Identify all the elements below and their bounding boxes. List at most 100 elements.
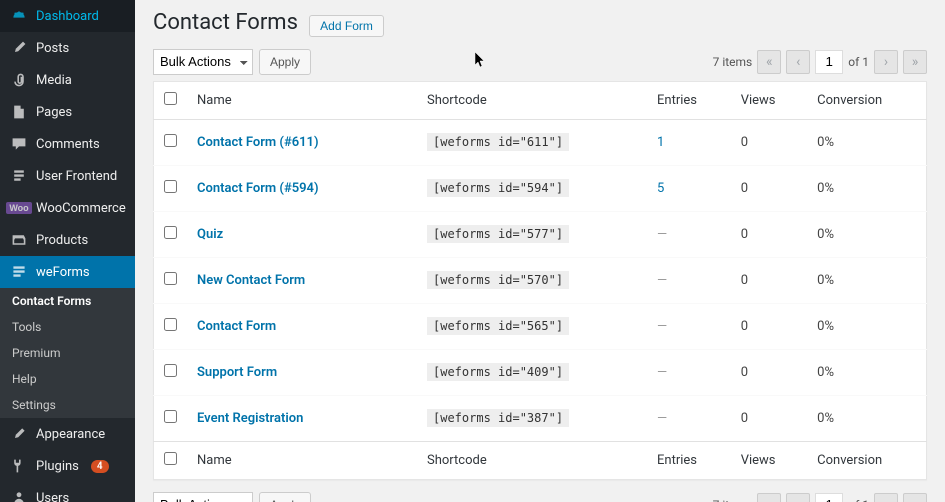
shortcode[interactable]: [weforms id="570"] bbox=[427, 271, 569, 289]
next-page-button[interactable]: › bbox=[874, 50, 898, 74]
prev-page-button[interactable]: ‹ bbox=[786, 50, 810, 74]
sidebar-item-users[interactable]: Users bbox=[0, 482, 135, 502]
apply-button-bottom[interactable]: Apply bbox=[259, 492, 311, 502]
table-row: Support Form[weforms id="409"]—00% bbox=[154, 349, 927, 395]
row-checkbox[interactable] bbox=[164, 226, 177, 239]
form-name-link[interactable]: Contact Form (#594) bbox=[197, 181, 319, 196]
shortcode[interactable]: [weforms id="577"] bbox=[427, 225, 569, 243]
col-name[interactable]: Name bbox=[187, 81, 417, 119]
pages-icon bbox=[10, 103, 28, 121]
entries-value: — bbox=[657, 365, 667, 380]
col-entries[interactable]: Entries bbox=[647, 81, 731, 119]
col-entries-foot[interactable]: Entries bbox=[647, 441, 731, 479]
page-title: Contact Forms bbox=[153, 10, 298, 35]
bulk-actions-select-bottom[interactable]: Bulk Actions bbox=[153, 492, 253, 502]
update-badge: 4 bbox=[91, 460, 109, 473]
shortcode[interactable]: [weforms id="387"] bbox=[427, 409, 569, 427]
sidebar-item-woocommerce[interactable]: WooWooCommerce bbox=[0, 192, 135, 224]
col-views-foot[interactable]: Views bbox=[731, 441, 807, 479]
bulk-actions-select[interactable]: Bulk Actions bbox=[153, 49, 253, 75]
next-page-button-bottom[interactable]: › bbox=[874, 493, 898, 502]
shortcode[interactable]: [weforms id="611"] bbox=[427, 133, 569, 151]
appearance-icon bbox=[10, 425, 28, 443]
sidebar-item-dashboard[interactable]: Dashboard bbox=[0, 0, 135, 32]
page-of: of 1 bbox=[848, 55, 869, 69]
sidebar-item-products[interactable]: Products bbox=[0, 224, 135, 256]
sidebar-item-comments[interactable]: Comments bbox=[0, 128, 135, 160]
first-page-button[interactable]: « bbox=[757, 50, 781, 74]
row-checkbox[interactable] bbox=[164, 318, 177, 331]
submenu-item-tools[interactable]: Tools bbox=[0, 314, 135, 340]
row-checkbox[interactable] bbox=[164, 410, 177, 423]
submenu-item-settings[interactable]: Settings bbox=[0, 392, 135, 418]
entries-value: — bbox=[657, 273, 667, 288]
shortcode[interactable]: [weforms id="409"] bbox=[427, 363, 569, 381]
first-page-button-bottom[interactable]: « bbox=[757, 493, 781, 502]
form-name-link[interactable]: Event Registration bbox=[197, 411, 303, 426]
col-conversion-foot[interactable]: Conversion bbox=[807, 441, 926, 479]
sidebar-item-posts[interactable]: Posts bbox=[0, 32, 135, 64]
entries-value: — bbox=[657, 227, 667, 242]
sidebar: Dashboard Posts Media Pages CommentsUser Fro… bbox=[0, 0, 135, 502]
page-input[interactable] bbox=[815, 50, 843, 74]
sidebar-item-label: Pages bbox=[36, 105, 72, 120]
row-checkbox[interactable] bbox=[164, 180, 177, 193]
views-value: 0 bbox=[741, 135, 748, 150]
sidebar-item-label: Dashboard bbox=[36, 9, 99, 24]
shortcode[interactable]: [weforms id="594"] bbox=[427, 179, 569, 197]
bulk-actions-top: Bulk Actions Apply bbox=[153, 49, 311, 75]
users-icon bbox=[10, 489, 28, 502]
col-views[interactable]: Views bbox=[731, 81, 807, 119]
plugins-icon bbox=[10, 457, 28, 475]
sidebar-item-user-frontend[interactable]: User Frontend bbox=[0, 160, 135, 192]
select-all-checkbox[interactable] bbox=[164, 92, 177, 105]
table-row: Contact Form[weforms id="565"]—00% bbox=[154, 303, 927, 349]
submenu-item-help[interactable]: Help bbox=[0, 366, 135, 392]
submenu-item-premium[interactable]: Premium bbox=[0, 340, 135, 366]
col-conversion[interactable]: Conversion bbox=[807, 81, 926, 119]
sidebar-item-media[interactable]: Media bbox=[0, 64, 135, 96]
conversion-value: 0% bbox=[817, 135, 834, 150]
col-name-foot[interactable]: Name bbox=[187, 441, 417, 479]
select-all-checkbox-bottom[interactable] bbox=[164, 452, 177, 465]
sidebar-item-appearance[interactable]: Appearance bbox=[0, 418, 135, 450]
sidebar-item-plugins[interactable]: Plugins4 bbox=[0, 450, 135, 482]
form-name-link[interactable]: New Contact Form bbox=[197, 273, 305, 288]
col-shortcode: Shortcode bbox=[417, 81, 647, 119]
form-name-link[interactable]: Contact Form bbox=[197, 319, 276, 334]
last-page-button-bottom[interactable]: » bbox=[903, 493, 927, 502]
entries-link[interactable]: 5 bbox=[657, 181, 664, 196]
submenu-item-contact-forms[interactable]: Contact Forms bbox=[0, 288, 135, 314]
row-checkbox[interactable] bbox=[164, 134, 177, 147]
last-page-button[interactable]: » bbox=[903, 50, 927, 74]
entries-link[interactable]: 1 bbox=[657, 135, 664, 150]
item-count: 7 items bbox=[713, 55, 753, 69]
views-value: 0 bbox=[741, 273, 748, 288]
sidebar-item-label: weForms bbox=[36, 265, 90, 280]
row-checkbox[interactable] bbox=[164, 364, 177, 377]
form-name-link[interactable]: Quiz bbox=[197, 227, 223, 242]
conversion-value: 0% bbox=[817, 319, 834, 334]
prev-page-button-bottom[interactable]: ‹ bbox=[786, 493, 810, 502]
form-name-link[interactable]: Contact Form (#611) bbox=[197, 135, 319, 150]
sidebar-item-weforms[interactable]: weForms bbox=[0, 256, 135, 288]
sidebar-item-label: Products bbox=[36, 233, 88, 248]
userfront-icon bbox=[10, 167, 28, 185]
page-input-bottom[interactable] bbox=[815, 493, 843, 502]
add-form-button[interactable]: Add Form bbox=[309, 15, 384, 37]
sidebar-item-pages[interactable]: Pages bbox=[0, 96, 135, 128]
views-value: 0 bbox=[741, 365, 748, 380]
pagination-bottom: 7 items « ‹ of 1 › » bbox=[713, 493, 927, 502]
sidebar-item-label: Media bbox=[36, 73, 72, 88]
row-checkbox[interactable] bbox=[164, 272, 177, 285]
main-content: Contact Forms Add Form Bulk Actions Appl… bbox=[135, 0, 945, 502]
table-row: Quiz[weforms id="577"]—00% bbox=[154, 211, 927, 257]
sidebar-item-label: Posts bbox=[36, 41, 69, 56]
shortcode[interactable]: [weforms id="565"] bbox=[427, 317, 569, 335]
table-row: Contact Form (#594)[weforms id="594"]500… bbox=[154, 165, 927, 211]
apply-button[interactable]: Apply bbox=[259, 49, 311, 75]
pagination-top: 7 items « ‹ of 1 › » bbox=[713, 50, 927, 74]
form-name-link[interactable]: Support Form bbox=[197, 365, 277, 380]
item-count-bottom: 7 items bbox=[713, 498, 753, 502]
sidebar-item-label: Users bbox=[36, 491, 69, 502]
